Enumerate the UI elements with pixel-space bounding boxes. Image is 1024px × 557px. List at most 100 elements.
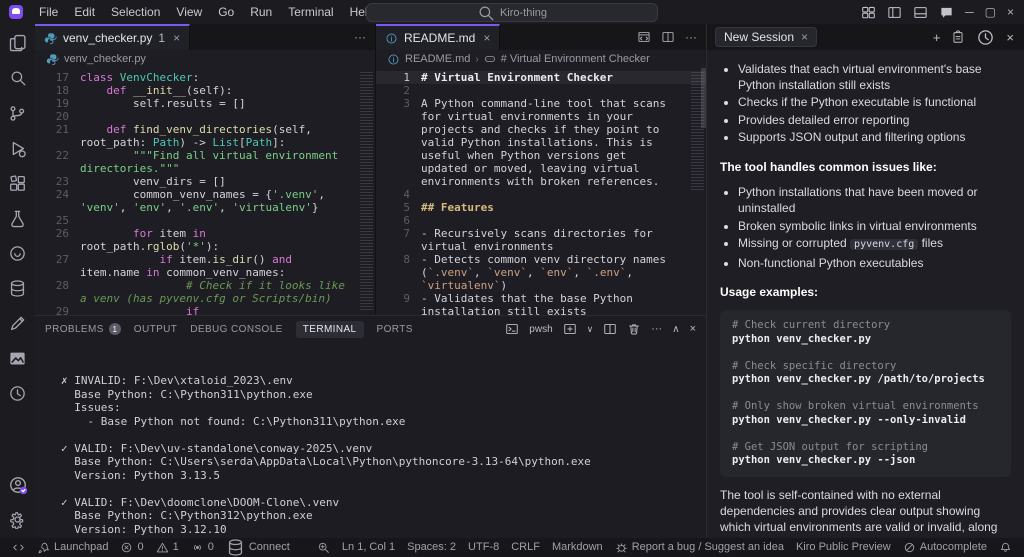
line-number: 26 [35,227,80,253]
extensions-icon[interactable] [7,172,29,194]
code-editor-readme[interactable]: 1# Virtual Environment Checker23A Python… [376,68,706,315]
code-line: 22 """Find all virtual environment direc… [35,149,375,175]
close-panel-icon[interactable]: × [1006,30,1014,45]
more-actions-icon[interactable]: ··· [651,323,662,335]
menu-view[interactable]: View [168,0,210,24]
chevron-down-icon[interactable]: ∨ [587,324,594,335]
code-line: 19 self.results = [] [35,97,375,110]
close-panel-icon[interactable]: × [690,323,696,335]
code-line: 9- Validates that the base Python instal… [376,292,706,315]
tab-bar-right: README.md × ··· [376,24,706,50]
search-icon[interactable] [7,67,29,89]
pen-icon[interactable] [7,312,29,334]
menu-edit[interactable]: Edit [66,0,103,24]
code-line: 27 if item.is_dir() and item.name in com… [35,253,375,279]
statusbar-item-launchpad[interactable]: Launchpad [31,538,114,556]
history-icon[interactable] [7,382,29,404]
account-icon[interactable] [7,474,29,496]
command-center-search[interactable]: Kiro-thing [366,3,658,22]
tab-readme[interactable]: README.md × [376,24,500,50]
new-terminal-icon[interactable] [563,322,577,336]
line-number: 22 [35,149,80,175]
testing-icon[interactable] [7,207,29,229]
maximize-button[interactable]: ▢ [985,5,996,19]
panel-tab-output[interactable]: OUTPUT [134,324,178,335]
python-file-icon [44,32,57,45]
kiro-logo-icon[interactable] [9,5,23,19]
source-control-icon[interactable] [7,102,29,124]
statusbar-label: Spaces: 2 [407,541,456,553]
statusbar-item-utf-8[interactable]: UTF-8 [462,538,505,556]
line-number: 29 [35,305,80,315]
split-editor-icon[interactable] [661,30,675,44]
menu-file[interactable]: File [31,0,66,24]
close-tab-icon[interactable]: × [801,30,808,44]
menu-selection[interactable]: Selection [103,0,168,24]
tab-venv-checker[interactable]: venv_checker.py 1 × [35,24,190,50]
menu-go[interactable]: Go [210,0,242,24]
code-block-line: python venv_checker.py [732,333,999,347]
menu-terminal[interactable]: Terminal [280,0,341,24]
minimize-button[interactable]: ─ [965,5,974,19]
statusbar-label: Autocomplete [920,541,987,553]
breadcrumb-item: README.md [405,53,470,65]
statusbar-item-markdown[interactable]: Markdown [546,538,609,556]
code-block-line: python venv_checker.py --json [732,454,999,468]
panel-tab-ports[interactable]: PORTS [377,324,413,335]
tab-new-session[interactable]: New Session × [715,27,817,47]
statusbar-item[interactable] [311,538,336,556]
close-tab-icon[interactable]: × [173,31,180,45]
more-actions-icon[interactable]: ··· [354,30,366,44]
statusbar-item-0[interactable]: 0 [114,538,149,556]
media-icon[interactable] [7,347,29,369]
statusbar-item[interactable] [6,538,31,556]
code-block-line: python venv_checker.py /path/to/projects [732,373,999,387]
customize-layout-icon[interactable] [861,5,876,20]
panel-tab-terminal[interactable]: TERMINAL [296,321,364,338]
statusbar-item-autocomplete[interactable]: Autocomplete [897,538,993,556]
maximize-panel-icon[interactable]: ∧ [672,324,679,335]
line-number: 2 [376,84,421,97]
toggle-panel-icon[interactable] [913,5,928,20]
close-window-button[interactable]: × [1007,5,1014,19]
new-session-icon[interactable]: + [933,30,941,45]
chat-icon[interactable] [7,242,29,264]
task-list-icon[interactable] [951,30,965,44]
minimap[interactable] [360,72,373,311]
statusbar-item-connect[interactable]: Connect [220,538,296,556]
scrollbar[interactable] [701,68,706,128]
panel-tab-problems[interactable]: PROBLEMS1 [45,323,121,335]
terminal-output[interactable]: ✗ INVALID: F:\Dev\xtaloid_2023\.env Base… [35,342,706,538]
split-terminal-icon[interactable] [603,322,617,336]
markdown-preview-icon[interactable] [637,30,651,44]
statusbar-item-ln-1-col-1[interactable]: Ln 1, Col 1 [336,538,401,556]
statusbar-label: Launchpad [54,541,108,553]
breadcrumb[interactable]: venv_checker.py [35,50,375,68]
statusbar-item[interactable] [993,538,1018,556]
trash-icon[interactable] [627,322,641,336]
terminal-line: Base Python: C:\Python311\python.exe [61,388,706,402]
toggle-sidebar-icon[interactable] [887,5,902,20]
statusbar-item-1[interactable]: 1 [150,538,185,556]
history-icon[interactable] [976,28,995,47]
menu-run[interactable]: Run [242,0,280,24]
run-debug-icon[interactable] [7,137,29,159]
code-block[interactable]: # Check current directorypython venv_che… [720,310,1011,477]
statusbar-item-report-a-bug-suggest-an-idea[interactable]: Report a bug / Suggest an idea [609,538,790,556]
more-actions-icon[interactable]: ··· [685,30,697,44]
explorer-icon[interactable] [7,32,29,54]
statusbar-item-crlf[interactable]: CRLF [505,538,546,556]
statusbar-item-spaces-2[interactable]: Spaces: 2 [401,538,462,556]
statusbar-label: 0 [137,541,143,553]
line-number: 9 [376,292,421,315]
settings-gear-icon[interactable] [7,508,29,530]
close-tab-icon[interactable]: × [483,31,490,45]
terminal-profile-label[interactable]: pwsh [529,324,552,335]
panel-tab-debug-console[interactable]: DEBUG CONSOLE [190,324,282,335]
statusbar-item-0[interactable]: 0 [185,538,220,556]
chat-bubble-icon[interactable] [939,5,954,20]
breadcrumb[interactable]: README.md › # Virtual Environment Checke… [376,50,706,68]
statusbar-item-kiro-public-preview[interactable]: Kiro Public Preview [790,538,897,556]
code-editor-python[interactable]: 17class VenvChecker:18 def __init__(self… [35,68,375,315]
database-icon[interactable] [7,277,29,299]
